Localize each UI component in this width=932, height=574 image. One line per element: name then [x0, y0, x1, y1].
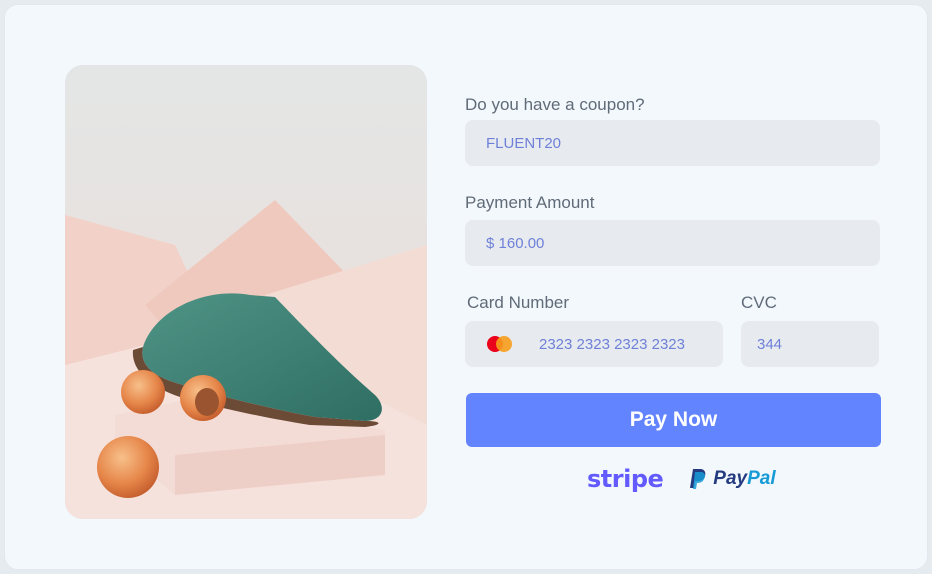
paypal-text-pal: Pal: [747, 468, 776, 489]
payment-providers: stripe PayPal: [587, 465, 776, 493]
paypal-icon: [690, 469, 706, 489]
mastercard-icon: [487, 336, 512, 352]
paypal-text-pay: Pay: [713, 468, 748, 489]
amount-input[interactable]: $ 160.00: [465, 220, 880, 266]
coupon-label: Do you have a coupon?: [465, 95, 645, 114]
coupon-value: FLUENT20: [486, 134, 562, 152]
coupon-input[interactable]: FLUENT20: [465, 120, 880, 166]
cvc-value: 344: [757, 335, 783, 353]
paypal-logo: PayPal: [689, 468, 776, 490]
amount-value: $ 160.00: [486, 234, 545, 252]
stripe-logo: stripe: [587, 465, 664, 493]
amount-label: Payment Amount: [465, 193, 595, 212]
cvc-input[interactable]: 344: [741, 321, 879, 367]
card-number-input[interactable]: 2323 2323 2323 2323: [465, 321, 723, 367]
product-image: [65, 65, 427, 519]
cvc-label: CVC: [741, 293, 777, 312]
payment-card: Do you have a coupon? FLUENT20 Payment A…: [4, 4, 928, 570]
pay-now-button[interactable]: Pay Now: [466, 393, 881, 447]
card-number-label: Card Number: [467, 293, 570, 312]
card-number-value: 2323 2323 2323 2323: [539, 335, 685, 353]
